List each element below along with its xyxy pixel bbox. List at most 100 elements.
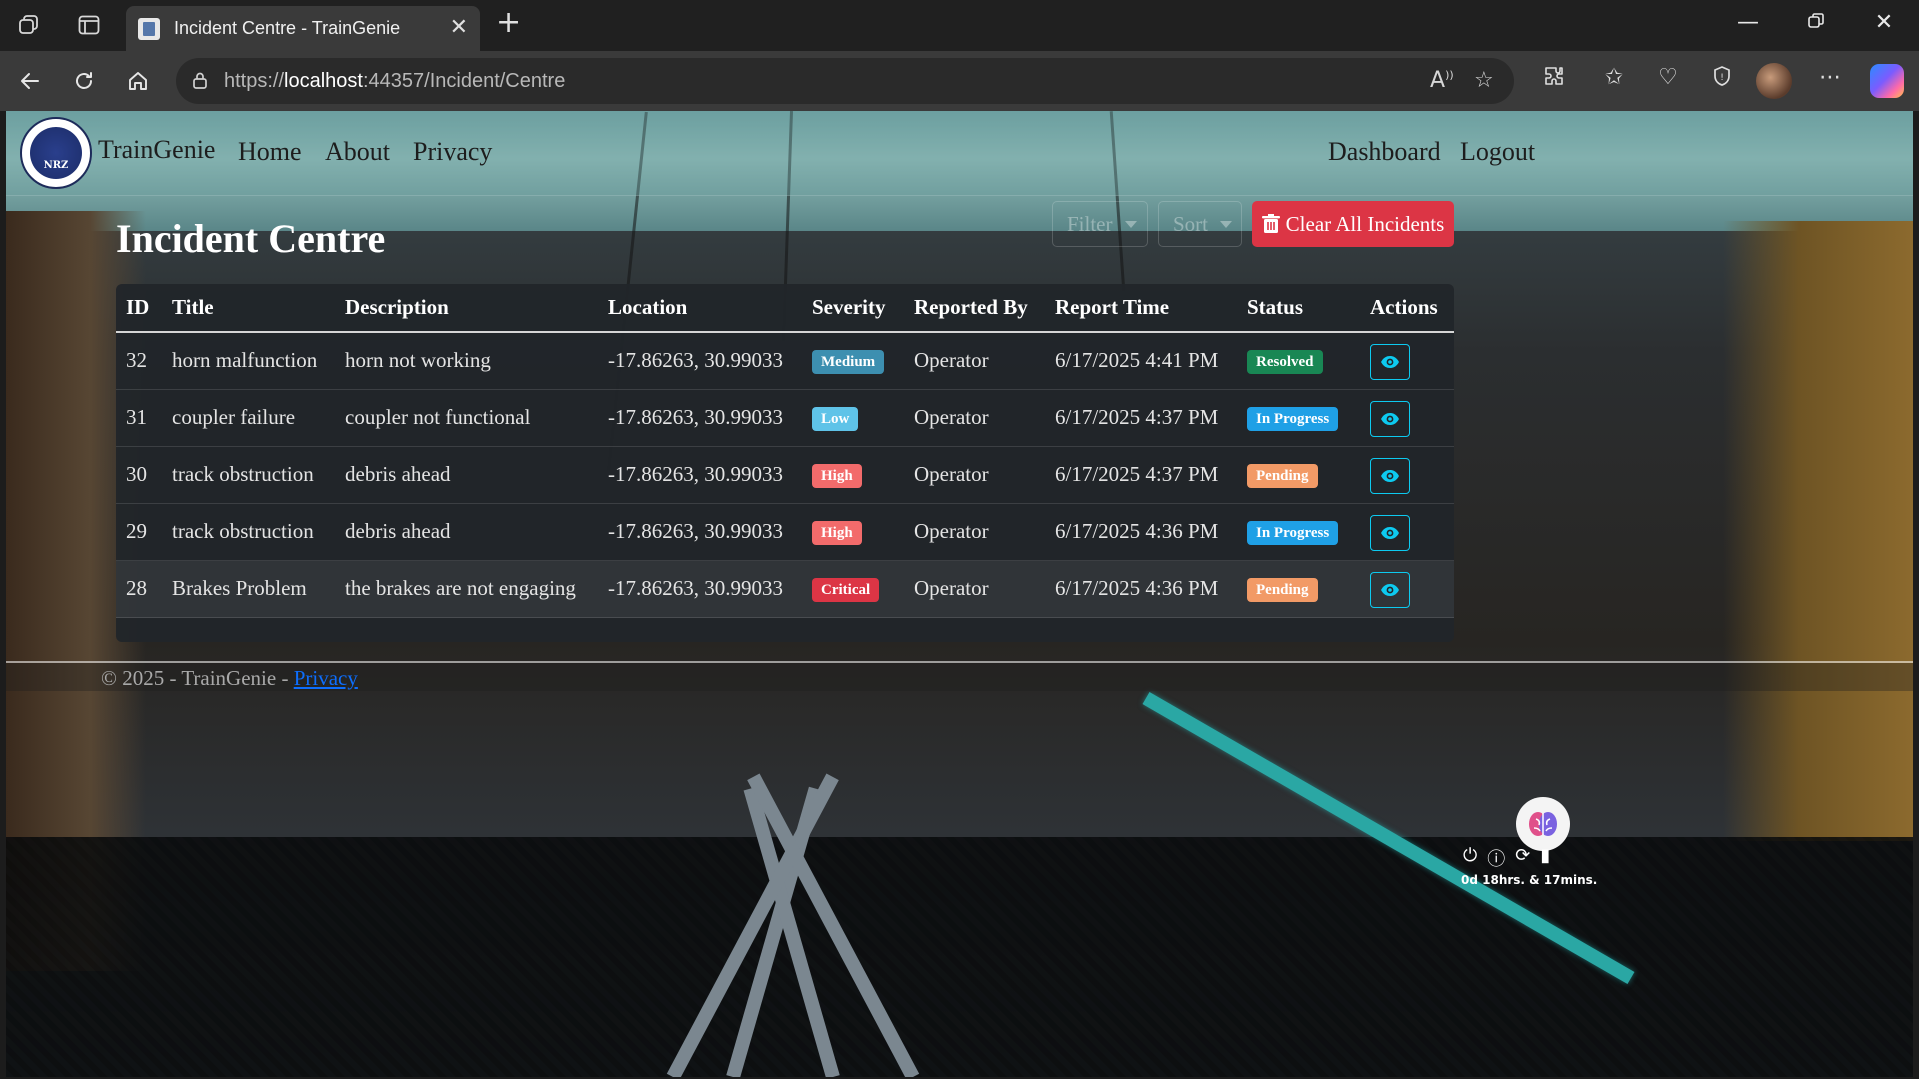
nav-logout[interactable]: Logout <box>1460 137 1535 167</box>
footer-copyright: © 2025 - TrainGenie - <box>101 666 294 690</box>
clear-all-label: Clear All Incidents <box>1285 211 1445 236</box>
caret-down-icon <box>1124 220 1137 228</box>
clear-all-incidents-button[interactable]: Clear All Incidents <box>1252 201 1454 247</box>
col-title[interactable]: Title <box>172 295 214 320</box>
footer-privacy-link[interactable]: Privacy <box>294 666 358 690</box>
url-path: :44357/Incident/Centre <box>362 70 566 92</box>
address-bar[interactable]: https://localhost:44357/Incident/Centre … <box>176 58 1514 104</box>
read-aloud-icon[interactable]: A)) <box>1430 68 1454 93</box>
info-icon[interactable]: ⓘ <box>1487 845 1505 871</box>
eye-icon <box>1381 470 1399 482</box>
table-row: 32 horn malfunction horn not working -17… <box>116 333 1454 390</box>
browser-tab-bar: Incident Centre - TrainGenie ✕ + — ✕ <box>0 0 1919 51</box>
table-row: 29 track obstruction debris ahead -17.86… <box>116 504 1454 561</box>
page-viewport: NRZ TrainGenie Home About Privacy Dashbo… <box>6 111 1913 1077</box>
assistant-button[interactable] <box>1516 797 1570 851</box>
home-icon[interactable] <box>120 63 156 99</box>
brand-link[interactable]: TrainGenie <box>98 135 215 165</box>
page-icon <box>138 18 160 40</box>
caret-down-icon <box>1220 220 1233 228</box>
cell-title: horn malfunction <box>172 348 318 372</box>
cell-location: -17.86263, 30.99033 <box>608 519 783 543</box>
more-icon[interactable]: ⋯ <box>1814 65 1846 90</box>
cell-id: 30 <box>126 462 147 486</box>
eye-icon <box>1381 527 1399 539</box>
view-incident-button[interactable] <box>1370 572 1410 608</box>
battery-icon[interactable]: ▮ <box>1540 845 1550 871</box>
severity-badge: Medium <box>812 350 885 374</box>
view-incident-button[interactable] <box>1370 344 1410 380</box>
nav-home[interactable]: Home <box>238 137 302 167</box>
profile-avatar[interactable] <box>1756 63 1792 99</box>
col-status[interactable]: Status <box>1247 295 1303 320</box>
cell-description: the brakes are not engaging <box>345 576 576 600</box>
minimize-icon[interactable]: — <box>1728 10 1768 35</box>
sync-icon[interactable]: ⟳ <box>1515 845 1530 871</box>
filter-dropdown[interactable]: Filter <box>1052 201 1148 247</box>
cell-title: coupler failure <box>172 405 296 429</box>
refresh-icon[interactable] <box>66 63 102 99</box>
nav-about[interactable]: About <box>325 137 390 167</box>
health-icon[interactable]: ♡ <box>1652 65 1684 90</box>
back-icon[interactable] <box>12 63 48 99</box>
cell-id: 31 <box>126 405 147 429</box>
tab-actions-icon[interactable] <box>72 10 106 40</box>
cell-reported-by: Operator <box>914 462 989 486</box>
active-tab[interactable]: Incident Centre - TrainGenie ✕ <box>126 6 480 51</box>
table-row: 30 track obstruction debris ahead -17.86… <box>116 447 1454 504</box>
nrz-logo[interactable]: NRZ <box>20 117 92 189</box>
col-severity[interactable]: Severity <box>812 295 885 320</box>
cell-title: Brakes Problem <box>172 576 307 600</box>
power-icon[interactable]: ⏻ <box>1463 845 1477 871</box>
star-icon[interactable]: ☆ <box>1474 68 1494 93</box>
workspaces-icon[interactable] <box>12 10 46 40</box>
cell-report-time: 6/17/2025 4:37 PM <box>1055 462 1219 486</box>
nav-privacy[interactable]: Privacy <box>413 137 492 167</box>
lock-icon[interactable] <box>190 70 210 90</box>
cell-reported-by: Operator <box>914 519 989 543</box>
extensions-icon[interactable] <box>1538 65 1570 93</box>
col-actions: Actions <box>1370 295 1438 319</box>
col-location[interactable]: Location <box>608 295 687 320</box>
url-text[interactable]: https://localhost:44357/Incident/Centre <box>224 70 565 93</box>
site-navbar: NRZ TrainGenie Home About Privacy Dashbo… <box>6 111 1913 196</box>
logo-text: NRZ <box>43 160 69 171</box>
cell-description: horn not working <box>345 348 491 372</box>
status-badge: Resolved <box>1247 350 1323 374</box>
view-incident-button[interactable] <box>1370 458 1410 494</box>
copilot-icon[interactable] <box>1870 64 1904 98</box>
cell-id: 29 <box>126 519 147 543</box>
close-icon[interactable]: ✕ <box>450 15 468 40</box>
col-description[interactable]: Description <box>345 295 449 320</box>
plus-icon[interactable]: + <box>496 5 521 40</box>
col-id[interactable]: ID <box>126 295 149 320</box>
background-train-right <box>1723 221 1913 841</box>
cell-location: -17.86263, 30.99033 <box>608 348 783 372</box>
window-close-icon[interactable]: ✕ <box>1864 10 1904 35</box>
view-incident-button[interactable] <box>1370 401 1410 437</box>
cell-id: 32 <box>126 348 147 372</box>
status-badge: In Progress <box>1247 521 1339 545</box>
cell-report-time: 6/17/2025 4:36 PM <box>1055 519 1219 543</box>
cell-reported-by: Operator <box>914 348 989 372</box>
shield-icon[interactable]: ! <box>1706 65 1738 93</box>
svg-text:!: ! <box>1720 73 1724 83</box>
footer-text: © 2025 - TrainGenie - Privacy <box>101 666 358 691</box>
restore-icon[interactable] <box>1796 10 1836 35</box>
col-reported-by[interactable]: Reported By <box>914 295 1028 320</box>
severity-badge: Critical <box>812 578 880 602</box>
browser-toolbar: https://localhost:44357/Incident/Centre … <box>0 51 1919 111</box>
uptime-text: 0d 18hrs. & 17mins. <box>1461 873 1598 887</box>
nav-dashboard[interactable]: Dashboard <box>1328 137 1441 167</box>
sort-dropdown[interactable]: Sort <box>1158 201 1242 247</box>
page-title: Incident Centre <box>116 216 386 261</box>
cell-reported-by: Operator <box>914 405 989 429</box>
table-header: ID Title Description Location Severity R… <box>116 284 1454 333</box>
favorites-icon[interactable]: ✩ <box>1598 65 1630 90</box>
view-incident-button[interactable] <box>1370 515 1410 551</box>
severity-badge: Low <box>812 407 859 431</box>
status-badge: Pending <box>1247 464 1318 488</box>
cell-report-time: 6/17/2025 4:37 PM <box>1055 405 1219 429</box>
col-report-time[interactable]: Report Time <box>1055 295 1169 320</box>
trash-icon <box>1261 214 1280 233</box>
